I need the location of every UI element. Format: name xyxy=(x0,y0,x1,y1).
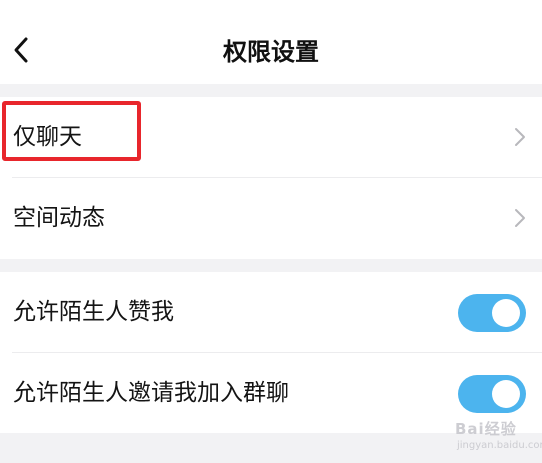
chevron-right-icon xyxy=(515,128,525,146)
setting-label-allow-stranger-likes: 允许陌生人赞我 xyxy=(13,299,174,325)
setting-row-allow-stranger-group-invites: 允许陌生人邀请我加入群聊 xyxy=(0,353,542,433)
setting-label-allow-stranger-group-invites: 允许陌生人邀请我加入群聊 xyxy=(13,380,289,406)
settings-group-strangers: 允许陌生人赞我 允许陌生人邀请我加入群聊 xyxy=(0,272,542,433)
page-title: 权限设置 xyxy=(223,38,319,66)
setting-row-chat-only[interactable]: 仅聊天 xyxy=(0,97,542,177)
watermark-url: jingyan.baidu.com xyxy=(457,440,542,451)
setting-row-space-updates[interactable]: 空间动态 xyxy=(0,178,542,258)
setting-row-allow-stranger-likes: 允许陌生人赞我 xyxy=(0,272,542,352)
navigation-bar: 权限设置 xyxy=(0,0,542,84)
toggle-knob xyxy=(492,299,520,327)
setting-label-space-updates: 空间动态 xyxy=(13,205,105,231)
allow-stranger-group-invites-toggle[interactable] xyxy=(458,375,526,413)
toggle-knob xyxy=(492,380,520,408)
settings-group-visibility: 仅聊天 空间动态 xyxy=(0,97,542,259)
setting-label-chat-only: 仅聊天 xyxy=(13,124,82,150)
chevron-right-icon xyxy=(515,209,525,227)
allow-stranger-likes-toggle[interactable] xyxy=(458,294,526,332)
